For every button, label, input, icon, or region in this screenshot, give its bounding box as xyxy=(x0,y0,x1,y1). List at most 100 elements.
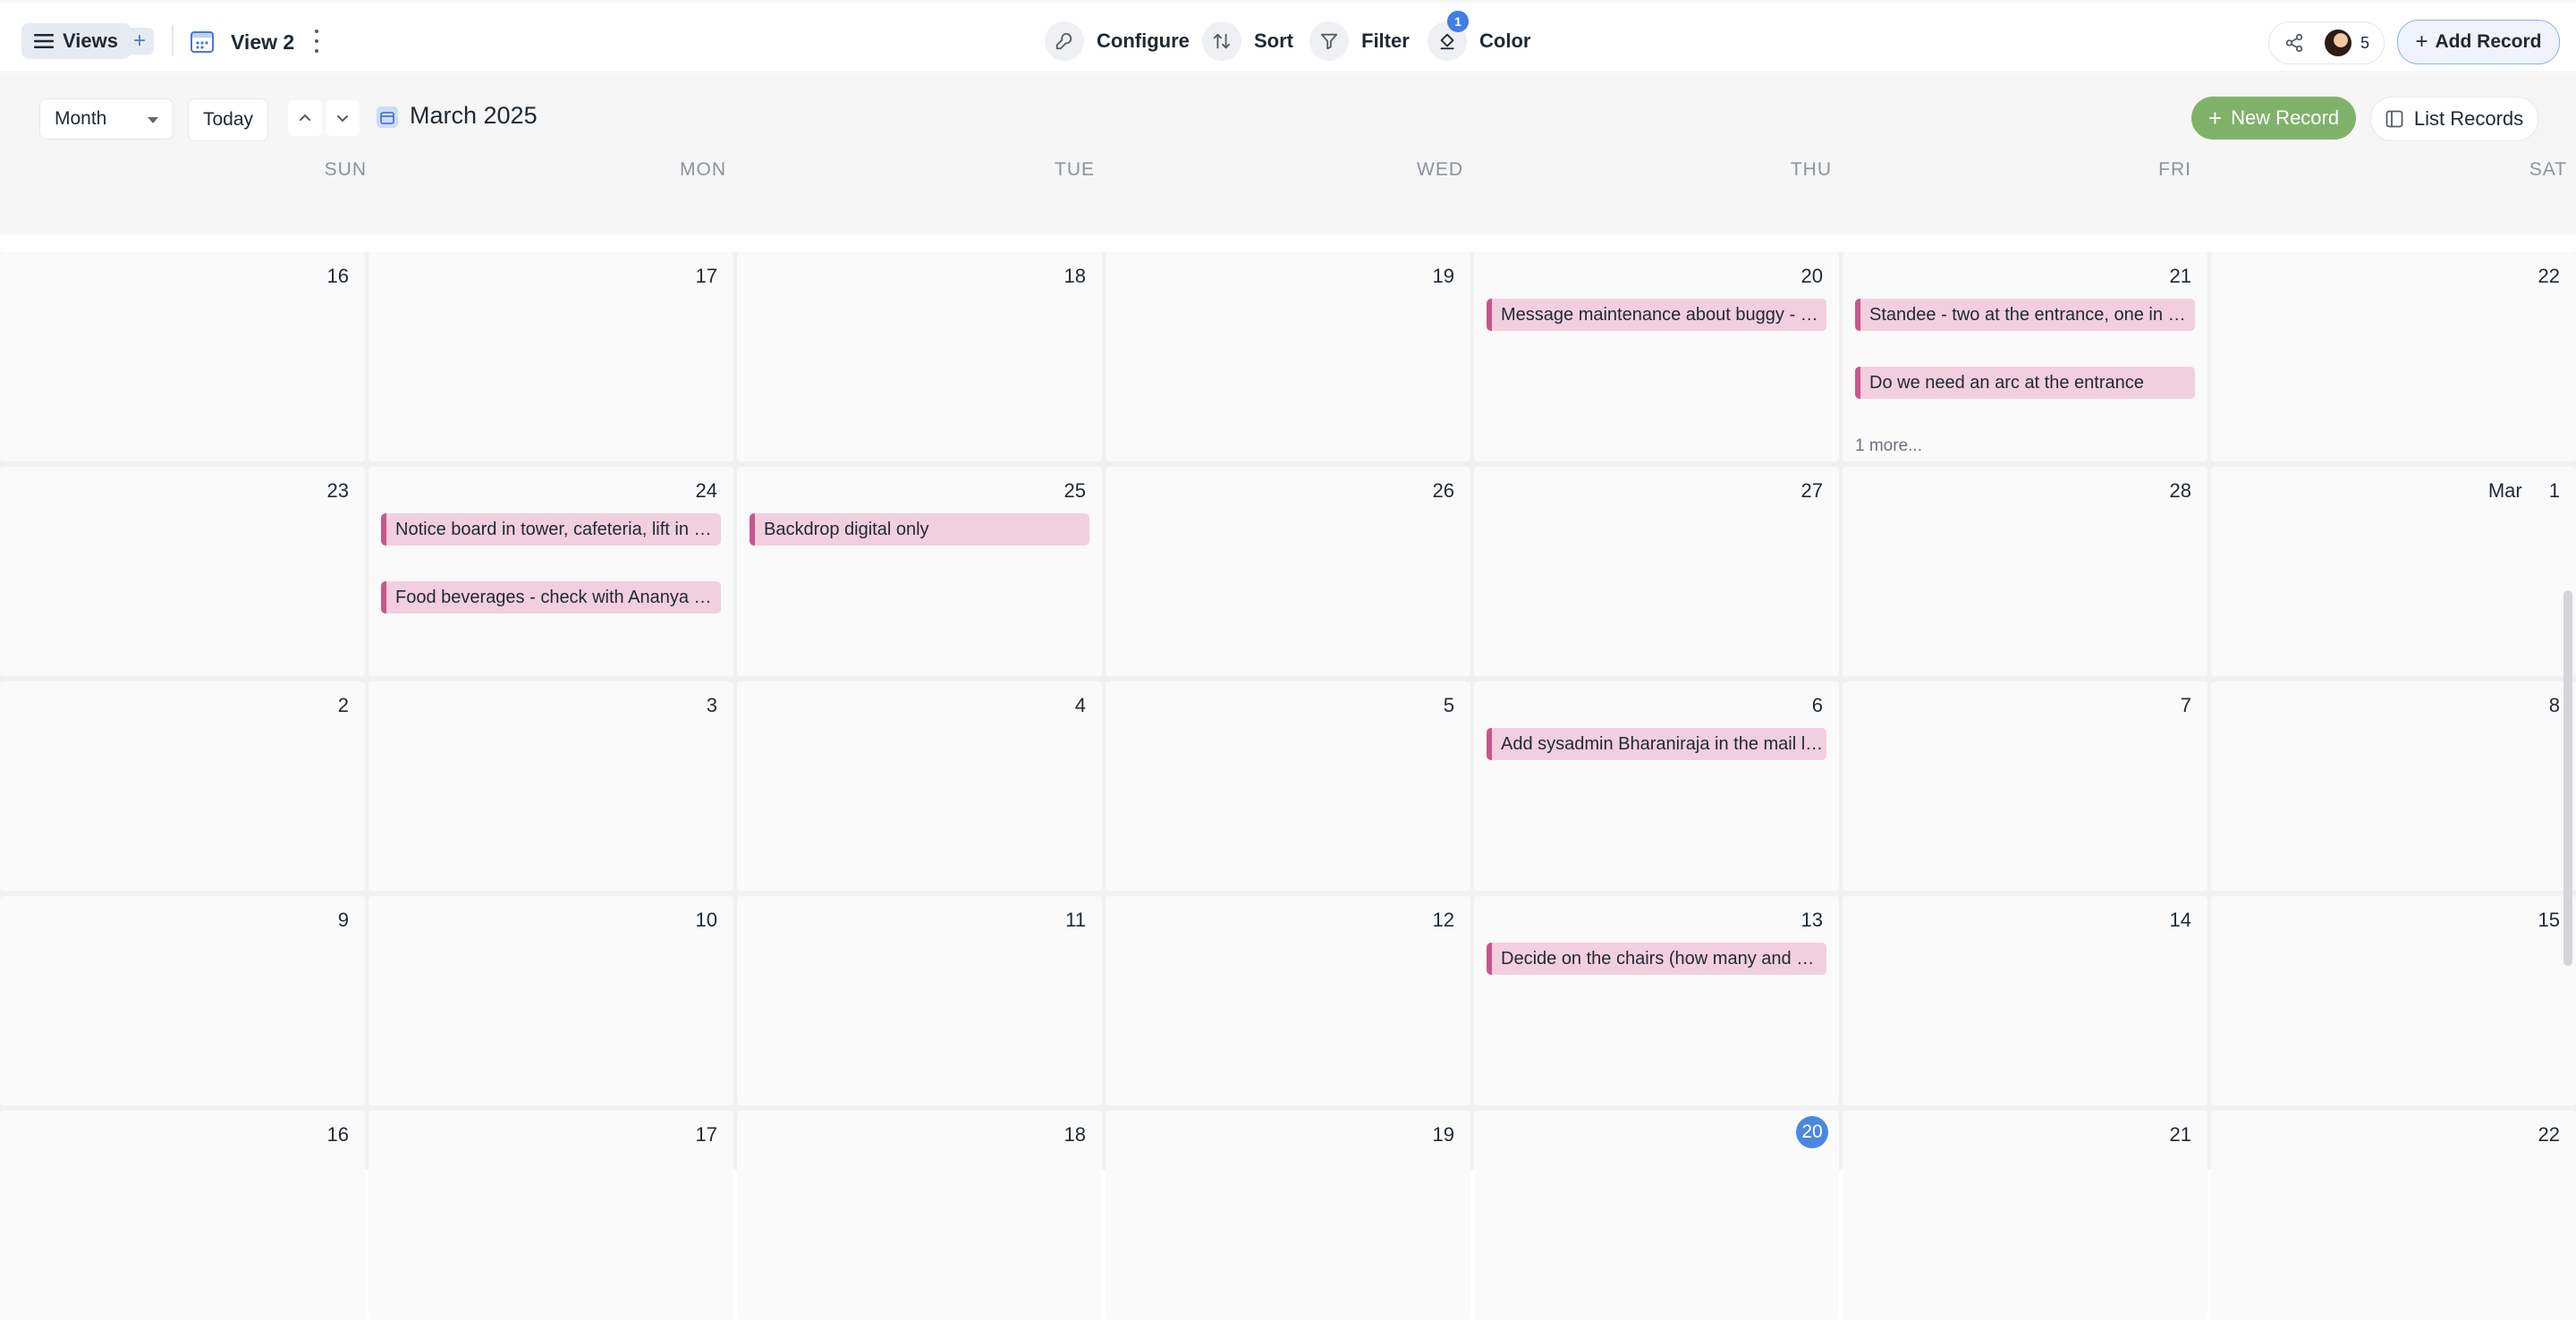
menu-icon xyxy=(34,34,54,48)
day-cell[interactable]: 23 xyxy=(0,467,365,676)
top-toolbar: Views + View 2 Configure Sort Filter 1 C… xyxy=(0,0,2576,72)
new-record-button[interactable]: + New Record xyxy=(2191,97,2356,140)
day-cell[interactable]: 11 xyxy=(737,896,1102,1105)
weekday-label: SUN xyxy=(324,159,367,180)
calendar-mode-value: Month xyxy=(55,108,107,129)
add-view-button[interactable]: + xyxy=(125,28,154,55)
day-cell[interactable]: 19 xyxy=(1106,1111,1470,1320)
collaborators-count: 5 xyxy=(2360,33,2370,52)
sort-label: Sort xyxy=(1254,30,1293,52)
event-chip[interactable]: Do we need an arc at the entrance xyxy=(1855,367,2195,399)
configure-label: Configure xyxy=(1097,30,1190,52)
color-button[interactable]: 1 Color xyxy=(1428,11,1531,61)
day-cell[interactable]: 24 Notice board in tower, cafeteria, lif… xyxy=(369,467,733,676)
day-cell[interactable]: 10 xyxy=(369,896,733,1105)
event-chip[interactable]: Message maintenance about buggy - how an… xyxy=(1487,299,1826,331)
list-records-label: List Records xyxy=(2413,107,2524,130)
day-number: 5 xyxy=(1443,694,1454,716)
day-cell[interactable]: 21 xyxy=(1843,1111,2207,1320)
day-cell[interactable]: 3 xyxy=(369,681,733,891)
weekday-label: TUE xyxy=(1055,159,1095,180)
day-cell[interactable]: 16 xyxy=(0,1111,365,1320)
views-label: Views xyxy=(63,30,118,52)
wrench-icon xyxy=(1045,21,1084,61)
day-cell[interactable]: 5 xyxy=(1106,681,1470,891)
day-cell[interactable]: 15 xyxy=(2211,896,2576,1105)
filter-icon xyxy=(1309,21,1349,61)
event-chip[interactable]: Decide on the chairs (how many and where… xyxy=(1487,943,1826,975)
more-events-link[interactable]: 1 more... xyxy=(1855,436,1922,456)
day-cell[interactable]: 6 Add sysadmin Bharaniraja in the mail l… xyxy=(1474,681,1839,891)
share-icon[interactable] xyxy=(2269,33,2319,53)
day-cell[interactable]: 19 xyxy=(1106,252,1470,461)
day-cell[interactable]: 21 Standee - two at the entrance, one in… xyxy=(1843,252,2207,461)
day-cell[interactable]: 4 xyxy=(737,681,1102,891)
month-navigation xyxy=(288,100,360,136)
day-cell[interactable]: 22 xyxy=(2211,1111,2576,1320)
color-label: Color xyxy=(1479,30,1531,52)
day-cell[interactable]: 20 xyxy=(1474,1111,1839,1320)
calendar-grid: 16 17 18 19 20 Message maintenance about… xyxy=(0,252,2576,1320)
view-options-icon[interactable] xyxy=(309,27,324,55)
day-number: 19 xyxy=(1432,1123,1454,1146)
add-record-button[interactable]: + Add Record xyxy=(2397,20,2560,64)
day-number: 18 xyxy=(1063,1123,1086,1146)
event-chip[interactable]: Standee - two at the entrance, one in bu… xyxy=(1855,299,2195,331)
day-cell[interactable]: 12 xyxy=(1106,896,1470,1105)
list-records-button[interactable]: List Records xyxy=(2370,97,2538,141)
day-cell[interactable]: 14 xyxy=(1843,896,2207,1105)
day-number: 24 xyxy=(695,479,717,502)
today-day-number: 20 xyxy=(1796,1116,1828,1148)
day-cell[interactable]: 22 xyxy=(2211,252,2576,461)
event-chip[interactable]: Notice board in tower, cafeteria, lift i… xyxy=(381,513,721,546)
day-cell[interactable]: 20 Message maintenance about buggy - how… xyxy=(1474,252,1839,461)
day-cell[interactable]: 7 xyxy=(1843,681,2207,891)
views-button[interactable]: Views xyxy=(21,23,131,59)
day-number: 20 xyxy=(1801,265,1823,287)
paint-bucket-icon: 1 xyxy=(1428,11,1469,61)
day-number: 16 xyxy=(326,1123,349,1146)
day-cell[interactable]: 25 Backdrop digital only xyxy=(737,467,1102,676)
day-cell[interactable]: 17 xyxy=(369,1111,733,1320)
day-cell[interactable]: 26 xyxy=(1106,467,1470,676)
day-cell[interactable]: 9 xyxy=(0,896,365,1105)
day-cell[interactable]: 27 xyxy=(1474,467,1839,676)
vertical-scrollbar[interactable] xyxy=(2563,590,2572,966)
day-cell[interactable]: 18 xyxy=(737,252,1102,461)
next-month-button[interactable] xyxy=(326,100,360,136)
day-cell[interactable]: Mar 1 xyxy=(2211,467,2576,676)
collaborators-group[interactable]: 5 xyxy=(2268,21,2385,64)
day-number: 2 xyxy=(337,694,349,716)
weekday-header: SUN MON TUE WED THU FRI SAT xyxy=(0,159,2576,195)
previous-month-button[interactable] xyxy=(288,100,322,136)
event-chip[interactable]: Add sysadmin Bharaniraja in the mail loo… xyxy=(1487,728,1826,760)
chevron-down-icon xyxy=(337,115,348,123)
calendar-toolbar xyxy=(0,73,2576,234)
new-record-label: New Record xyxy=(2231,106,2340,129)
day-cell[interactable]: 2 xyxy=(0,681,365,891)
day-number: 4 xyxy=(1074,694,1086,716)
today-button[interactable]: Today xyxy=(188,98,268,141)
day-cell[interactable]: 28 xyxy=(1843,467,2207,676)
view-name[interactable]: View 2 xyxy=(231,30,294,55)
month-title: March 2025 xyxy=(410,102,538,129)
filter-button[interactable]: Filter xyxy=(1309,21,1410,61)
day-number: 16 xyxy=(326,265,349,287)
day-cell[interactable]: 13 Decide on the chairs (how many and wh… xyxy=(1474,896,1839,1105)
day-cell[interactable]: 18 xyxy=(737,1111,1102,1320)
event-chip[interactable]: Food beverages - check with Ananya on me… xyxy=(381,581,721,613)
plus-icon: + xyxy=(132,29,146,53)
sort-button[interactable]: Sort xyxy=(1202,21,1293,61)
chevron-down-icon xyxy=(148,117,158,123)
day-number: 12 xyxy=(1432,909,1454,931)
day-cell[interactable]: 17 xyxy=(369,252,733,461)
list-icon xyxy=(2385,110,2403,128)
day-number: 27 xyxy=(1801,479,1823,502)
calendar-mode-select[interactable]: Month xyxy=(39,98,174,140)
color-count-badge: 1 xyxy=(1447,11,1469,32)
day-cell[interactable]: 16 xyxy=(0,252,365,461)
add-record-label: Add Record xyxy=(2435,31,2542,52)
day-cell[interactable]: 8 xyxy=(2211,681,2576,891)
event-chip[interactable]: Backdrop digital only xyxy=(750,513,1089,546)
configure-button[interactable]: Configure xyxy=(1045,21,1190,61)
